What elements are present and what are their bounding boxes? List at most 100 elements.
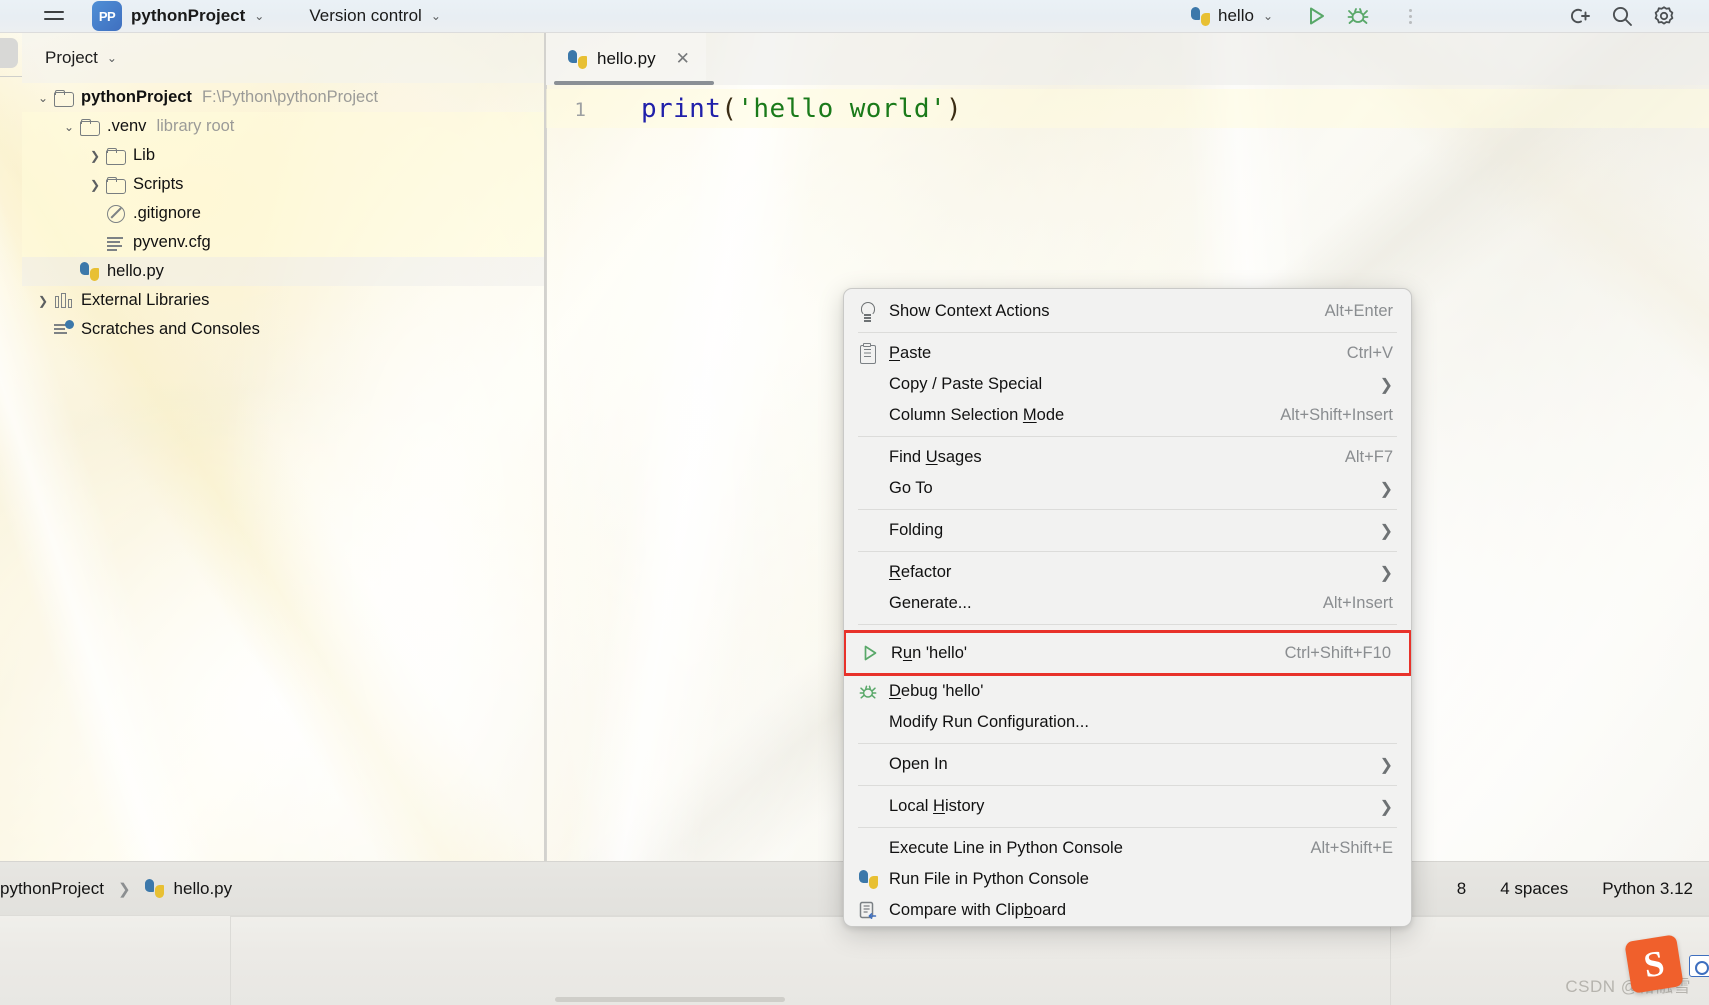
menu-separator	[858, 785, 1397, 786]
chevron-right-icon[interactable]: ❯	[1350, 563, 1393, 583]
editor-context-menu[interactable]: Show Context Actions Alt+Enter Paste Ctrl+V…	[843, 288, 1412, 927]
code-with-me-icon[interactable]	[1559, 0, 1601, 32]
menu-item-label: Refactor	[889, 563, 952, 581]
menu-item-show-context-actions[interactable]: Show Context Actions Alt+Enter	[844, 296, 1411, 327]
chevron-right-icon: ❯	[117, 880, 131, 898]
menu-item-open-in[interactable]: Open In ❯	[844, 749, 1411, 780]
chevron-right-icon[interactable]: ❯	[84, 149, 106, 163]
menu-item-execute-line-in-python-console[interactable]: Execute Line in Python Console Alt+Shift+…	[844, 833, 1411, 864]
menu-item-label: Debug 'hello'	[889, 682, 984, 700]
menu-item-local-history[interactable]: Local History ❯	[844, 791, 1411, 822]
menu-item-column-selection-mode[interactable]: Column Selection Mode Alt+Shift+Insert	[844, 400, 1411, 431]
bottom-status-strip	[0, 915, 1709, 1005]
version-control-label: Version control	[309, 6, 422, 25]
line-number: 1	[574, 99, 586, 121]
menu-item-refactor[interactable]: Refactor ❯	[844, 557, 1411, 588]
menu-item-label: Local History	[889, 797, 985, 815]
breadcrumb-item-file[interactable]: hello.py	[144, 879, 232, 899]
run-configuration-selector[interactable]: hello ⌄	[1191, 6, 1273, 26]
python-file-icon	[80, 262, 99, 281]
caret-position-widget[interactable]: 8	[1457, 879, 1466, 899]
menu-item-label: Run 'hello'	[891, 643, 968, 662]
breadcrumb: pythonProject ❯ hello.py	[0, 879, 232, 899]
tree-row[interactable]: ❯ Lib	[22, 141, 545, 170]
search-icon[interactable]	[1601, 0, 1643, 32]
tree-row[interactable]: ❯ External Libraries	[22, 286, 545, 315]
run-triangle-icon	[861, 644, 891, 662]
notifications-icon[interactable]: ≋	[0, 605, 2, 620]
chevron-right-icon[interactable]: ❯	[1350, 479, 1393, 499]
code-token-function: print	[641, 94, 722, 124]
debug-bug-icon	[859, 683, 889, 701]
folder-icon	[106, 177, 126, 194]
more-vertical-dots-icon[interactable]	[1389, 0, 1431, 32]
folder-icon	[54, 90, 74, 107]
chevron-right-icon[interactable]: ❯	[32, 294, 54, 308]
menu-item-modify-run-configuration[interactable]: Modify Run Configuration...	[844, 707, 1411, 738]
tree-row[interactable]: Scratches and Consoles	[22, 315, 545, 344]
terminal-icon[interactable]: ❯	[0, 645, 2, 660]
menu-item-find-usages[interactable]: Find Usages Alt+F7	[844, 442, 1411, 473]
tree-row[interactable]: .gitignore	[22, 199, 545, 228]
menu-item-copy-paste-special[interactable]: Copy / Paste Special ❯	[844, 369, 1411, 400]
clipboard-icon	[859, 343, 889, 364]
chevron-right-icon[interactable]: ❯	[84, 178, 106, 192]
folder-icon	[106, 148, 126, 165]
project-tree: ⌄ pythonProject F:\Python\pythonProject ⌄ .v…	[22, 83, 545, 344]
debug-bug-icon[interactable]	[1337, 0, 1379, 32]
stripe-divider	[0, 76, 22, 77]
tree-row[interactable]: ⌄ .venv library root	[22, 112, 545, 141]
menu-item-label: Column Selection Mode	[889, 406, 1065, 424]
chevron-right-icon[interactable]: ❯	[1350, 375, 1393, 395]
menu-item-go-to[interactable]: Go To ❯	[844, 473, 1411, 504]
gear-icon[interactable]	[1643, 0, 1685, 32]
chevron-down-icon[interactable]: ⌄	[107, 51, 117, 65]
chevron-down-icon[interactable]: ⌄	[32, 91, 54, 105]
menu-item-compare-with-clipboard[interactable]: Compare with Clipboard	[844, 895, 1411, 926]
menu-item-paste[interactable]: Paste Ctrl+V	[844, 338, 1411, 369]
menu-item-debug-hello[interactable]: Debug 'hello'	[844, 676, 1411, 707]
tree-row-label: Scripts	[133, 175, 184, 193]
version-control-widget[interactable]: Version control ⌄	[300, 6, 441, 26]
tree-row[interactable]: ⌄ pythonProject F:\Python\pythonProject	[22, 83, 545, 112]
chevron-down-icon[interactable]: ⌄	[254, 9, 264, 23]
indent-widget[interactable]: 4 spaces	[1500, 879, 1568, 899]
close-icon[interactable]: ✕	[676, 49, 690, 69]
run-triangle-icon[interactable]	[1295, 0, 1337, 32]
chevron-down-icon[interactable]: ⌄	[431, 9, 441, 23]
menu-item-shortcut: Alt+F7	[1344, 448, 1393, 466]
project-tool-window-icon[interactable]	[0, 38, 18, 68]
breadcrumb-item-project[interactable]: pythonProject	[0, 879, 104, 899]
menu-item-run-hello[interactable]: Run 'hello' Ctrl+Shift+F10	[846, 633, 1409, 673]
menu-item-shortcut: Alt+Insert	[1322, 594, 1393, 612]
chevron-down-icon[interactable]: ⌄	[1263, 9, 1273, 23]
menu-item-label: Folding	[889, 521, 944, 539]
interpreter-widget[interactable]: Python 3.12	[1602, 879, 1693, 899]
menu-item-label: Run File in Python Console	[889, 870, 1089, 888]
toolbar-project-name[interactable]: pythonProject	[131, 6, 245, 26]
chevron-down-icon[interactable]: ⌄	[58, 120, 80, 134]
menu-item-shortcut: Alt+Shift+E	[1310, 839, 1393, 857]
chevron-right-icon[interactable]: ❯	[1350, 797, 1393, 817]
menu-item-run-file-in-python-console[interactable]: Run File in Python Console	[844, 864, 1411, 895]
menu-item-label: Modify Run Configuration...	[889, 713, 1089, 731]
tree-row[interactable]: ❯ Scripts	[22, 170, 545, 199]
chevron-right-icon[interactable]: ❯	[1350, 755, 1393, 775]
tree-row[interactable]: hello.py	[22, 257, 545, 286]
menu-item-label: Compare with Clipboard	[889, 901, 1067, 919]
tree-row-label: Lib	[133, 146, 156, 164]
chevron-right-icon[interactable]: ❯	[1350, 521, 1393, 541]
menu-item-label: Generate...	[889, 594, 972, 612]
menu-item-label: Go To	[889, 479, 933, 497]
menu-item-folding[interactable]: Folding ❯	[844, 515, 1411, 546]
editor-tab-label: hello.py	[597, 49, 656, 68]
tree-row[interactable]: pyvenv.cfg	[22, 228, 545, 257]
scrollbar-thumb[interactable]	[555, 997, 785, 1002]
menu-separator	[858, 551, 1397, 552]
hamburger-menu-icon[interactable]	[40, 8, 68, 24]
highlighted-menu-item-annotation: Run 'hello' Ctrl+Shift+F10	[844, 630, 1411, 676]
menu-item-generate[interactable]: Generate... Alt+Insert	[844, 588, 1411, 619]
code-line-1: print('hello world')	[641, 94, 962, 124]
python-file-icon	[568, 49, 587, 69]
editor-tab-hello-py[interactable]: hello.py ✕	[546, 33, 706, 85]
